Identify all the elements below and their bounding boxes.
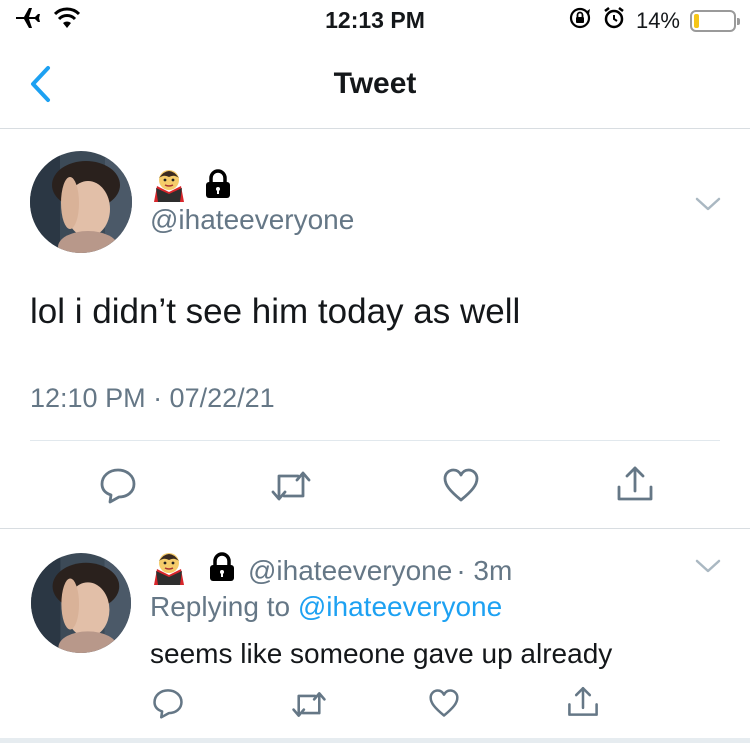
tweet-timestamp: 12:10 PM · 07/22/21 xyxy=(30,383,275,413)
alarm-icon xyxy=(602,6,626,35)
like-icon[interactable] xyxy=(442,467,480,508)
replying-prefix: Replying to xyxy=(150,591,291,622)
rotation-lock-icon xyxy=(568,6,592,35)
like-icon[interactable] xyxy=(428,688,460,723)
chevron-down-icon[interactable] xyxy=(694,557,722,580)
reply-header: @ihateeveryone · 3m xyxy=(152,549,512,592)
nav-bar: Tweet xyxy=(0,40,750,129)
vampire-emoji xyxy=(152,166,186,207)
retweet-icon[interactable] xyxy=(291,689,327,725)
battery-level xyxy=(694,13,699,28)
share-icon[interactable] xyxy=(615,463,655,508)
user-handle[interactable]: @ihateeveryone xyxy=(150,204,354,236)
reply-handle[interactable]: @ihateeveryone xyxy=(248,555,452,587)
status-right: 14% xyxy=(568,6,740,35)
retweet-icon[interactable] xyxy=(270,468,312,509)
vampire-emoji xyxy=(152,549,186,592)
divider xyxy=(30,440,720,441)
divider xyxy=(0,738,750,743)
chevron-down-icon[interactable] xyxy=(694,195,722,218)
battery-icon xyxy=(690,9,740,32)
user-badges xyxy=(152,166,232,207)
replying-to-mention[interactable]: @ihateeveryone xyxy=(298,591,502,622)
status-bar: 12:13 PM 14% xyxy=(0,0,750,40)
reply-icon[interactable] xyxy=(99,466,137,509)
avatar[interactable] xyxy=(31,553,131,653)
avatar[interactable] xyxy=(30,151,132,253)
reply-time: · 3m xyxy=(456,554,513,586)
battery-percent: 14% xyxy=(635,7,680,33)
lock-icon xyxy=(204,169,232,204)
replying-to: Replying to @ihateeveryone xyxy=(150,591,502,623)
tweet-text: lol i didn’t see him today as well xyxy=(30,292,521,331)
page-title: Tweet xyxy=(333,67,417,100)
lock-icon xyxy=(208,552,236,589)
reply-text: seems like someone gave up already xyxy=(150,638,613,669)
divider xyxy=(0,528,750,529)
share-icon[interactable] xyxy=(566,684,600,723)
reply-icon[interactable] xyxy=(152,687,184,724)
